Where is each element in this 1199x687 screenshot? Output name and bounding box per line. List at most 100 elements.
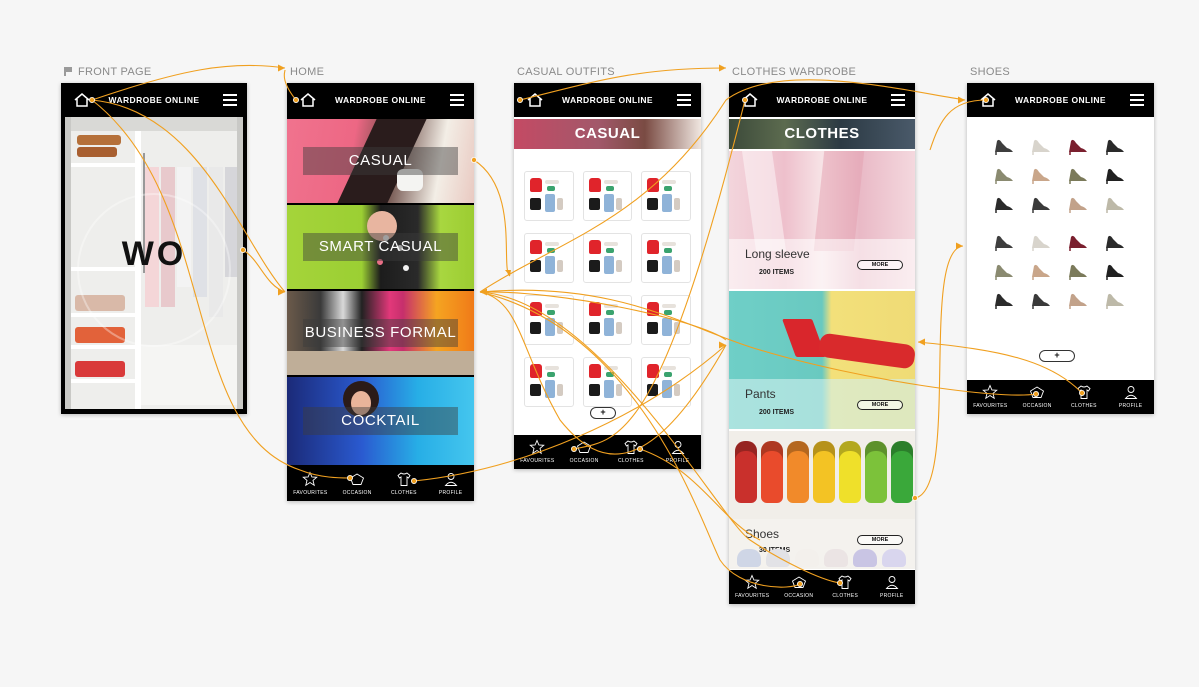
outfit-card[interactable] — [524, 171, 574, 221]
shirt-icon — [838, 575, 852, 589]
shirt-icon — [624, 440, 638, 454]
tab-profile[interactable]: PROFILE — [1107, 380, 1154, 414]
profile-icon — [671, 441, 685, 454]
clothes-wardrobe-screen: WARDROBE ONLINE CLOTHES Long sleeve 200 … — [729, 83, 915, 604]
shoe-item[interactable] — [1067, 193, 1089, 213]
category-cocktail[interactable]: COCKTAIL — [287, 377, 474, 465]
app-logo: WO — [121, 235, 187, 273]
shoe-item[interactable] — [993, 260, 1015, 280]
section-caption: Pants 200 ITEMS MORE — [729, 379, 915, 429]
board-label-text: CLOTHES WARDROBE — [732, 66, 857, 78]
tab-label: FAVOURITES — [293, 490, 328, 496]
outfit-card[interactable] — [641, 233, 691, 283]
top-bar: WARDROBE ONLINE — [729, 83, 915, 117]
occasion-icon — [350, 473, 365, 485]
shoe-item[interactable] — [1104, 260, 1126, 280]
tab-clothes[interactable]: CLOTHES — [381, 467, 428, 501]
shoe-item[interactable] — [993, 231, 1015, 251]
outfit-card[interactable] — [524, 233, 574, 283]
tab-profile[interactable]: PROFILE — [654, 435, 701, 469]
tab-occasion[interactable]: OCCASION — [334, 467, 381, 501]
hamburger-menu-icon[interactable] — [891, 94, 905, 106]
shoe-item[interactable] — [1067, 164, 1089, 184]
outfit-card[interactable] — [582, 233, 633, 283]
shoe-item[interactable] — [1030, 231, 1052, 251]
add-shoe-button[interactable]: + — [1039, 350, 1075, 362]
shoe-item[interactable] — [993, 193, 1015, 213]
tab-label: FAVOURITES — [520, 458, 555, 464]
shoe-thumbnail — [813, 441, 835, 503]
section-shoes[interactable]: Shoes 30 ITEMS MORE — [729, 431, 915, 569]
shoe-item[interactable] — [1067, 135, 1089, 155]
category-label: COCKTAIL — [303, 407, 458, 435]
hamburger-menu-icon[interactable] — [450, 94, 464, 106]
category-business-formal[interactable]: BUSINESS FORMAL — [287, 291, 474, 375]
shoe-item[interactable] — [993, 164, 1015, 184]
shoe-item[interactable] — [1067, 289, 1089, 309]
shoe-item[interactable] — [1104, 289, 1126, 309]
shoe-item[interactable] — [1104, 231, 1126, 251]
tab-clothes[interactable]: CLOTHES — [822, 570, 869, 604]
shoe-thumbnail — [735, 441, 757, 503]
tab-favourites[interactable]: FAVOURITES — [514, 435, 561, 469]
hamburger-menu-icon[interactable] — [677, 94, 691, 106]
more-button[interactable]: MORE — [857, 400, 903, 410]
section-long-sleeve[interactable]: Long sleeve 200 ITEMS MORE — [729, 151, 915, 289]
top-bar: WARDROBE ONLINE — [61, 83, 247, 117]
category-smart-casual[interactable]: SMART CASUAL — [287, 205, 474, 289]
tab-occasion[interactable]: OCCASION — [776, 570, 823, 604]
shoe-item[interactable] — [993, 289, 1015, 309]
more-button[interactable]: MORE — [857, 535, 903, 545]
shoe-thumbnail — [795, 549, 819, 567]
tab-clothes[interactable]: CLOTHES — [608, 435, 655, 469]
shoe-item[interactable] — [1030, 289, 1052, 309]
tab-occasion[interactable]: OCCASION — [1014, 380, 1061, 414]
shoe-item[interactable] — [1067, 260, 1089, 280]
shoe-grid — [967, 135, 1154, 335]
shoe-item[interactable] — [1030, 164, 1052, 184]
shoe-item[interactable] — [1030, 260, 1052, 280]
category-casual[interactable]: CASUAL — [287, 119, 474, 203]
more-button[interactable]: MORE — [857, 260, 903, 270]
tab-occasion[interactable]: OCCASION — [561, 435, 608, 469]
app-title: WARDROBE ONLINE — [776, 95, 868, 105]
outfit-card[interactable] — [582, 357, 633, 407]
tab-label: CLOTHES — [1071, 403, 1097, 409]
tab-favourites[interactable]: FAVOURITES — [967, 380, 1014, 414]
add-outfit-button[interactable]: + — [590, 407, 616, 419]
outfit-card[interactable] — [582, 295, 633, 345]
outfit-card[interactable] — [641, 357, 691, 407]
bottom-tab-bar: FAVOURITES OCCASION CLOTHES PROFILE — [514, 435, 701, 469]
occasion-icon — [1030, 386, 1045, 398]
outfit-card[interactable] — [524, 357, 574, 407]
tab-favourites[interactable]: FAVOURITES — [287, 467, 334, 501]
outfit-card[interactable] — [524, 295, 574, 345]
tab-profile[interactable]: PROFILE — [427, 467, 474, 501]
board-label-home: HOME — [290, 66, 324, 78]
tab-label: OCCASION — [1022, 403, 1052, 409]
outfit-card[interactable] — [641, 171, 691, 221]
tab-favourites[interactable]: FAVOURITES — [729, 570, 776, 604]
hamburger-menu-icon[interactable] — [1130, 94, 1144, 106]
tab-label: FAVOURITES — [973, 403, 1008, 409]
shoe-item[interactable] — [1030, 135, 1052, 155]
outfit-card[interactable] — [582, 171, 633, 221]
outfit-card[interactable] — [641, 295, 691, 345]
shoe-item[interactable] — [1104, 164, 1126, 184]
shoe-item[interactable] — [993, 135, 1015, 155]
tab-label: PROFILE — [1118, 403, 1143, 409]
front-page-screen: WARDROBE ONLINE WO — [61, 83, 247, 414]
shoe-item[interactable] — [1067, 231, 1089, 251]
section-name: Pants — [745, 387, 776, 401]
bottom-tab-bar: FAVOURITES OCCASION CLOTHES PROFILE — [967, 380, 1154, 414]
tab-clothes[interactable]: CLOTHES — [1061, 380, 1108, 414]
shoe-item[interactable] — [1104, 135, 1126, 155]
section-pants[interactable]: Pants 200 ITEMS MORE — [729, 291, 915, 429]
shoe-thumbnail — [824, 549, 848, 567]
clothes-banner: CLOTHES — [729, 119, 915, 149]
category-label: SMART CASUAL — [303, 233, 458, 261]
tab-profile[interactable]: PROFILE — [869, 570, 916, 604]
shoe-item[interactable] — [1030, 193, 1052, 213]
shoe-item[interactable] — [1104, 193, 1126, 213]
hamburger-menu-icon[interactable] — [223, 94, 237, 106]
